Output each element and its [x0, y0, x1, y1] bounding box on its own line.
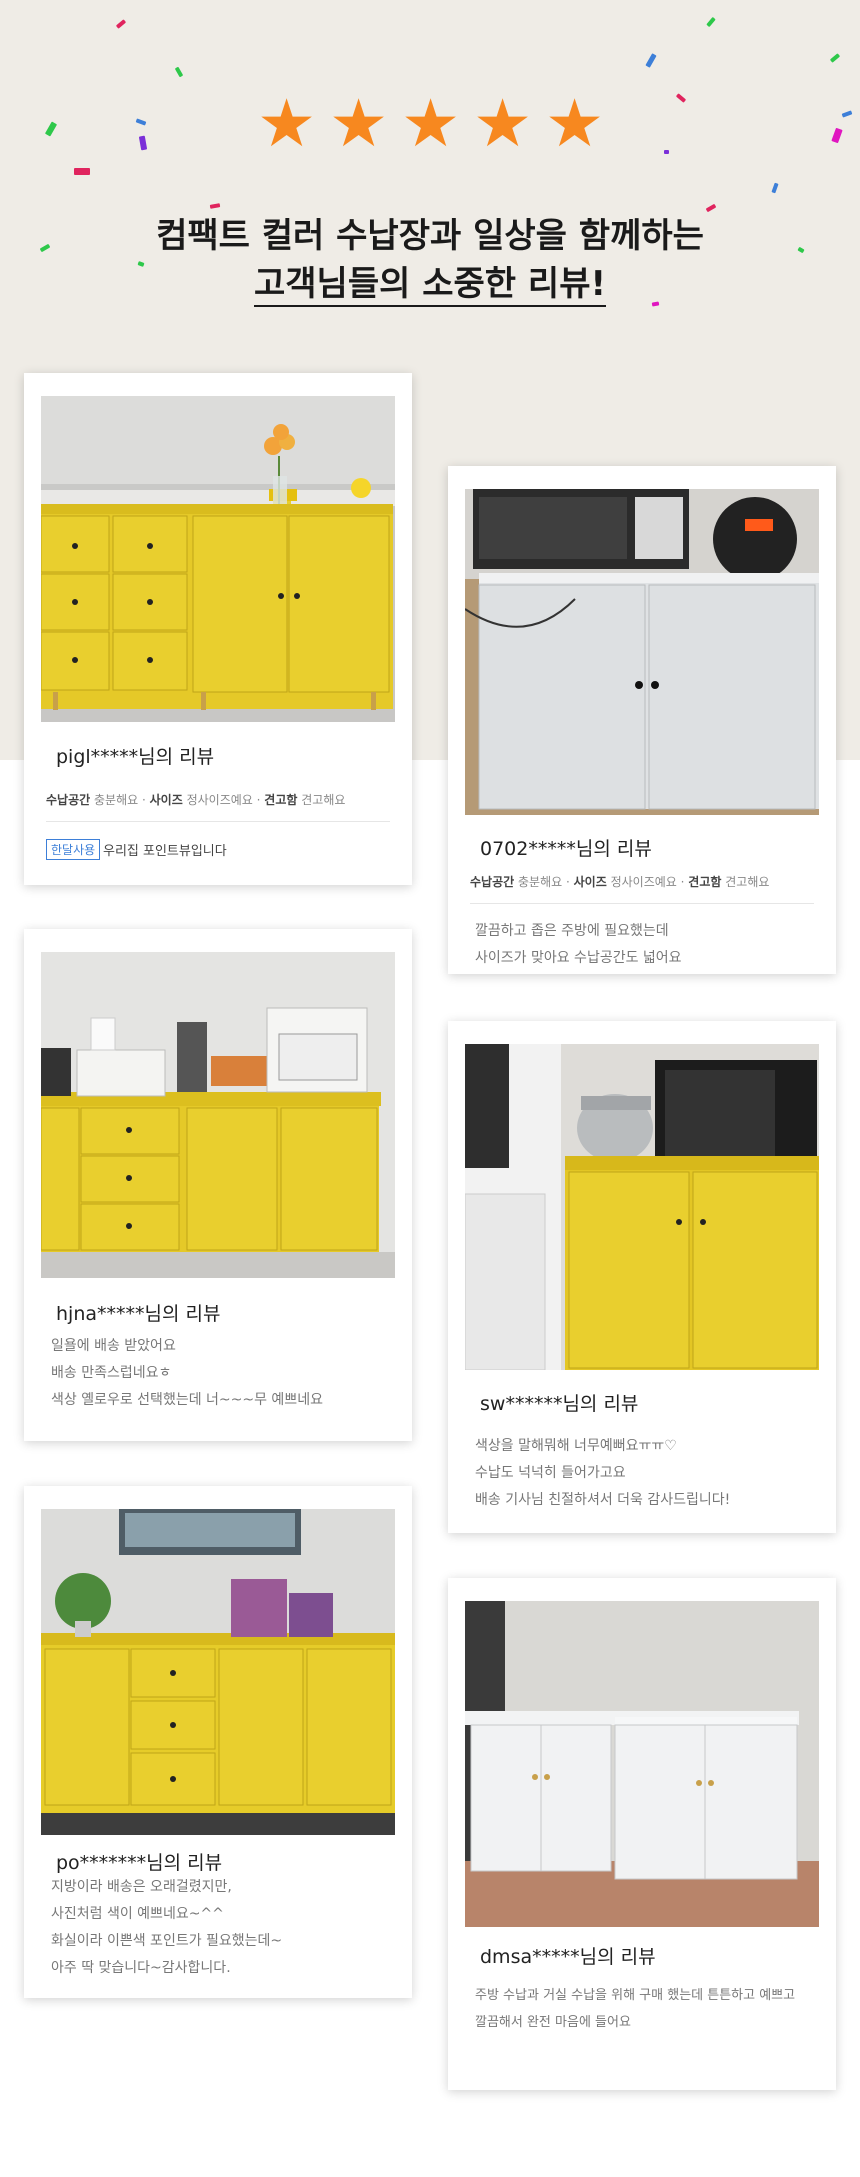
divider: [46, 821, 390, 822]
review-text: 지방이라 배송은 오래걸렸지만, 사진처럼 색이 예쁘네요~^^ 화실이라 이쁜…: [51, 1879, 283, 1976]
review-card: 0702*****님의 리뷰 수납공간 충분해요 · 사이즈 정사이즈예요 · …: [448, 466, 836, 974]
review-card: pigl*****님의 리뷰 수납공간 충분해요 · 사이즈 정사이즈예요 · …: [24, 373, 412, 885]
star-icon: ★: [545, 85, 605, 162]
rating-stars: ★ ★ ★ ★ ★: [0, 85, 860, 162]
headline-line-1: 컴팩트 컬러 수납장과 일상을 함께하는: [156, 216, 704, 256]
review-photo: [465, 1601, 819, 1927]
review-title: dmsa*****님의 리뷰: [480, 1946, 656, 1968]
review-card: dmsa*****님의 리뷰 주방 수납과 거실 수납을 위해 구매 했는데 튼…: [448, 1578, 836, 2090]
review-title: hjna*****님의 리뷰: [56, 1303, 221, 1325]
review-title: sw******님의 리뷰: [480, 1393, 639, 1415]
review-title: po*******님의 리뷰: [56, 1852, 223, 1874]
star-icon: ★: [257, 85, 317, 162]
review-photo: [41, 1509, 395, 1835]
review-tags: 수납공간 충분해요 · 사이즈 정사이즈예요 · 견고함 견고해요: [470, 875, 770, 889]
divider: [470, 903, 814, 904]
star-icon: ★: [473, 85, 533, 162]
review-text: 주방 수납과 거실 수납을 위해 구매 했는데 튼튼하고 예쁘고 깔끔해서 완전…: [475, 1988, 796, 2030]
review-title: 0702*****님의 리뷰: [480, 838, 652, 860]
review-card: hjna*****님의 리뷰 일욜에 배송 받았어요 배송 만족스럽네요ㅎ 색상…: [24, 929, 412, 1441]
headline-line-2: 고객님들의 소중한 리뷰!: [254, 263, 606, 307]
review-photo: [465, 489, 819, 815]
review-card: sw******님의 리뷰 색상을 말해뭐해 너무예뻐요ㅠㅠ♡ 수납도 넉넉히 …: [448, 1021, 836, 1533]
star-icon: ★: [329, 85, 389, 162]
review-photo: [41, 952, 395, 1278]
star-icon: ★: [401, 85, 461, 162]
review-title: pigl*****님의 리뷰: [56, 746, 215, 768]
review-card: po*******님의 리뷰 지방이라 배송은 오래걸렸지만, 사진처럼 색이 …: [24, 1486, 412, 1998]
review-photo: [41, 396, 395, 722]
usage-badge: 한달사용: [46, 839, 101, 860]
review-text: 일욜에 배송 받았어요 배송 만족스럽네요ㅎ 색상 옐로우로 선택했는데 너~~…: [51, 1338, 323, 1408]
review-text: 깔끔하고 좁은 주방에 필요했는데 사이즈가 맞아요 수납공간도 넓어요: [475, 923, 682, 966]
review-photo: [465, 1044, 819, 1370]
review-text: 색상을 말해뭐해 너무예뻐요ㅠㅠ♡ 수납도 넉넉히 들어가고요 배송 기사님 친…: [475, 1438, 731, 1508]
review-text: 우리집 포인트뷰입니다: [103, 844, 227, 859]
page-headline: 컴팩트 컬러 수납장과 일상을 함께하는 고객님들의 소중한 리뷰!: [0, 212, 860, 308]
review-tags: 수납공간 충분해요 · 사이즈 정사이즈예요 · 견고함 견고해요: [46, 793, 346, 807]
